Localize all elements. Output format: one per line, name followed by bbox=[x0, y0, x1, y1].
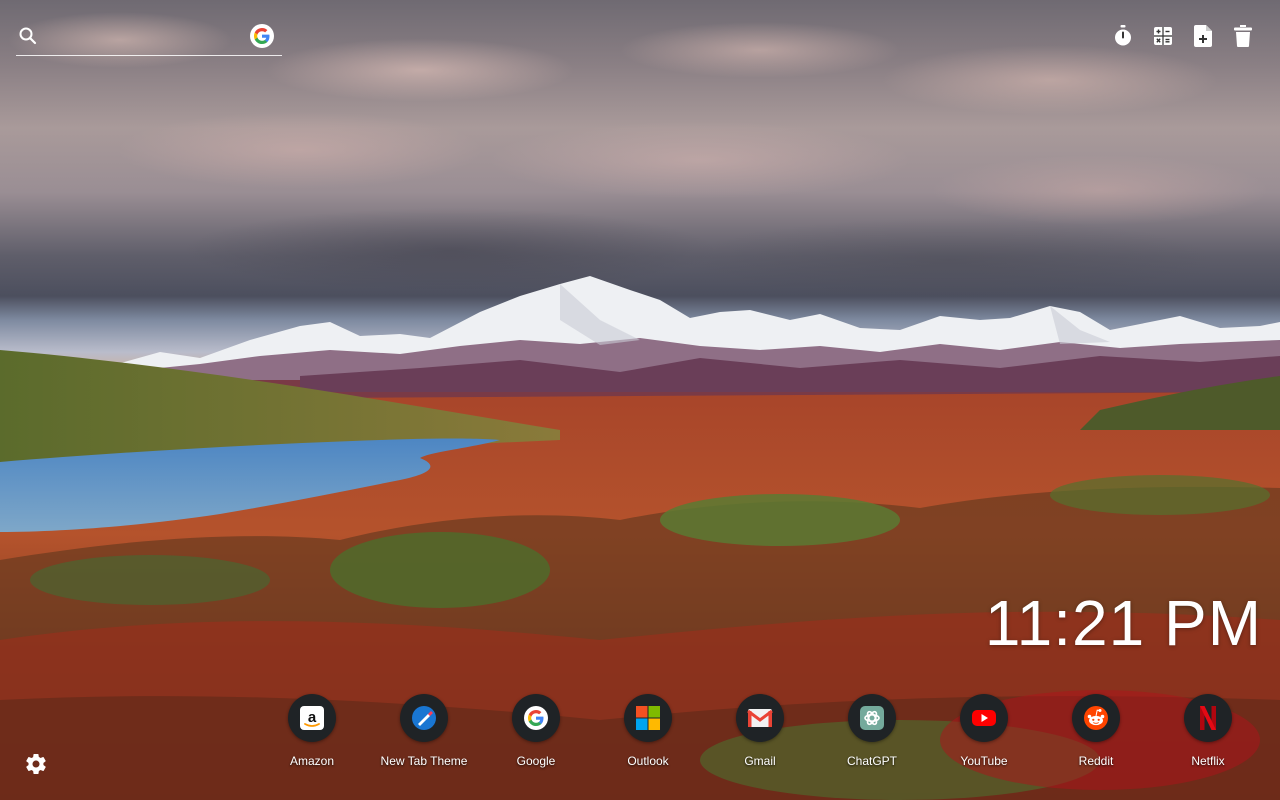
landscape-illustration bbox=[0, 276, 1280, 800]
calculator-icon[interactable] bbox=[1152, 24, 1174, 48]
shortcut-reddit[interactable]: Reddit bbox=[1040, 694, 1152, 774]
amazon-icon[interactable]: a bbox=[288, 694, 336, 742]
shortcut-netflix[interactable]: Netflix bbox=[1152, 694, 1264, 774]
netflix-icon[interactable] bbox=[1184, 694, 1232, 742]
search-icon[interactable] bbox=[18, 26, 38, 46]
shortcut-label: New Tab Theme bbox=[380, 754, 468, 768]
gmail-icon[interactable] bbox=[736, 694, 784, 742]
search-bar[interactable] bbox=[16, 18, 282, 56]
stopwatch-icon[interactable] bbox=[1112, 24, 1134, 48]
file-add-icon[interactable] bbox=[1192, 24, 1214, 48]
shortcut-label: Reddit bbox=[1078, 754, 1114, 768]
outlook-icon[interactable] bbox=[624, 694, 672, 742]
shortcut-chatgpt[interactable]: ChatGPT bbox=[816, 694, 928, 774]
shortcut-google[interactable]: Google bbox=[480, 694, 592, 774]
shortcut-outlook[interactable]: Outlook bbox=[592, 694, 704, 774]
shortcut-label: Netflix bbox=[1191, 754, 1225, 768]
trash-icon[interactable] bbox=[1232, 24, 1254, 48]
google-icon[interactable] bbox=[512, 694, 560, 742]
shortcut-amazon[interactable]: a Amazon bbox=[256, 694, 368, 774]
shortcut-label: YouTube bbox=[960, 754, 1008, 768]
shortcut-label: Amazon bbox=[289, 754, 335, 768]
shortcut-label: Gmail bbox=[744, 754, 776, 768]
wallpaper-background bbox=[0, 0, 1280, 800]
chatgpt-icon[interactable] bbox=[848, 694, 896, 742]
toolbar bbox=[1112, 24, 1254, 48]
new-tab-theme-icon[interactable] bbox=[400, 694, 448, 742]
shortcut-dock: a Amazon New Tab Theme Google Outlook Gm… bbox=[256, 694, 1264, 774]
shortcut-label: ChatGPT bbox=[846, 754, 897, 768]
shortcut-new-tab-theme[interactable]: New Tab Theme bbox=[368, 694, 480, 774]
google-icon[interactable] bbox=[250, 24, 274, 48]
shortcut-label: Google bbox=[516, 754, 556, 768]
gear-icon[interactable] bbox=[24, 752, 48, 776]
shortcut-label: Outlook bbox=[627, 754, 669, 768]
search-input[interactable] bbox=[48, 24, 248, 48]
clock-time: 11:21 PM bbox=[984, 587, 1262, 659]
youtube-icon[interactable] bbox=[960, 694, 1008, 742]
shortcut-youtube[interactable]: YouTube bbox=[928, 694, 1040, 774]
svg-text:a: a bbox=[308, 709, 317, 726]
shortcut-gmail[interactable]: Gmail bbox=[704, 694, 816, 774]
reddit-icon[interactable] bbox=[1072, 694, 1120, 742]
